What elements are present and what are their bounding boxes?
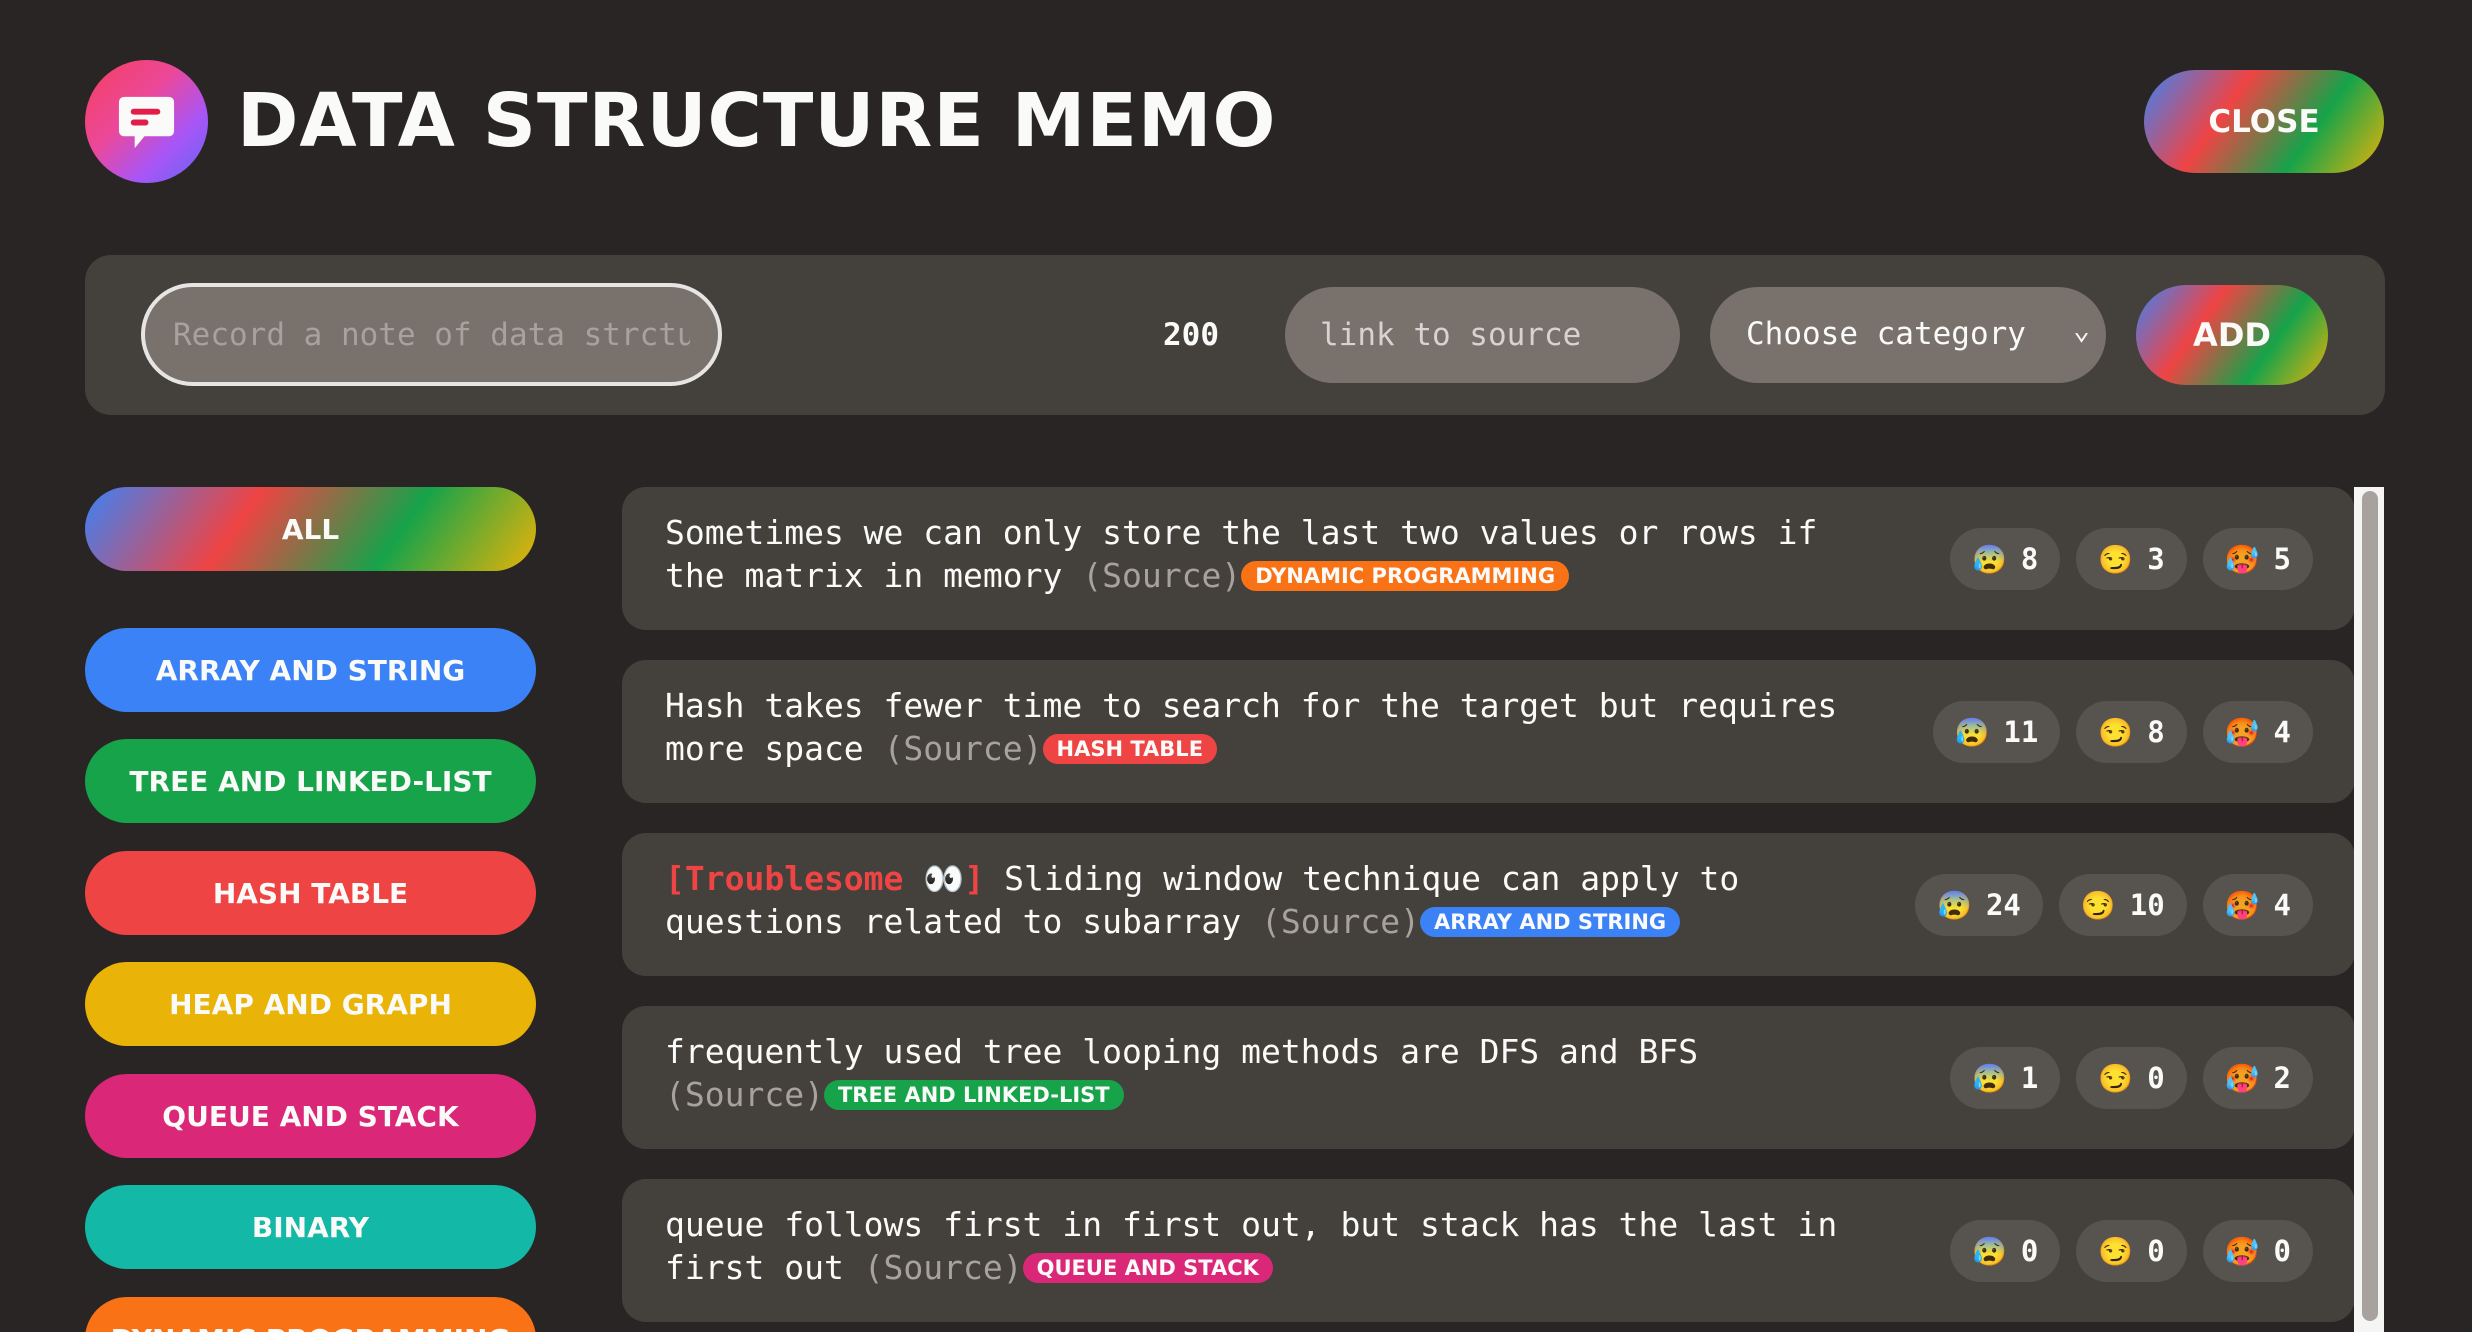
scrollbar-thumb[interactable]	[2362, 491, 2378, 1321]
category-button-all[interactable]: All	[85, 487, 536, 571]
fact-card: [Troublesome 👀] Sliding window technique…	[622, 833, 2355, 976]
vote-false-button[interactable]: 🥵 2	[2202, 1047, 2313, 1109]
emoji-icon: 🥵	[2224, 715, 2260, 749]
vote-interesting-button[interactable]: 😰 8	[1949, 528, 2061, 590]
source-link[interactable]: (Source)	[1261, 902, 1420, 941]
emoji-icon: 🥵	[2224, 1234, 2260, 1268]
vote-count: 10	[2129, 888, 2165, 922]
facts-list: Sometimes we can only store the last two…	[622, 487, 2355, 1332]
vote-mindblowing-button[interactable]: 😏 8	[2076, 701, 2187, 763]
category-button-array-and-string[interactable]: Array and String	[85, 628, 536, 712]
emoji-icon: 😰	[1937, 888, 1972, 922]
vote-mindblowing-button[interactable]: 😏 10	[2058, 874, 2187, 936]
logo	[85, 60, 208, 183]
source-link[interactable]: (Source)	[665, 1075, 824, 1114]
emoji-icon: 😰	[1954, 715, 1990, 749]
note-input[interactable]	[141, 283, 722, 386]
vote-mindblowing-button[interactable]: 😏 0	[2076, 1220, 2187, 1282]
emoji-icon: 😰	[1971, 1234, 2007, 1268]
add-button[interactable]: Add	[2136, 285, 2328, 385]
vote-false-button[interactable]: 🥵 4	[2202, 874, 2313, 936]
vote-count: 3	[2147, 542, 2165, 576]
category-tag: Dynamic Programming	[1241, 561, 1570, 591]
fact-text: frequently used tree looping methods are…	[665, 1030, 1865, 1116]
vote-count: 0	[2147, 1061, 2165, 1095]
vote-count: 4	[2273, 715, 2291, 749]
category-sidebar: All Array and String Tree and Linked-list H…	[85, 487, 536, 1332]
fact-card: Hash takes fewer time to search for the …	[622, 660, 2355, 803]
category-button-queue-and-stack[interactable]: Queue and Stack	[85, 1074, 536, 1158]
category-button-binary[interactable]: Binary	[85, 1185, 536, 1269]
fact-text: Hash takes fewer time to search for the …	[665, 684, 1865, 770]
char-count: 200	[1163, 317, 1219, 353]
disputed-label: [Troublesome 👀]	[665, 859, 985, 898]
chevron-down-icon: ⌄	[2073, 313, 2090, 346]
fact-text: [Troublesome 👀] Sliding window technique…	[665, 857, 1865, 943]
vote-buttons: 😰 0 😏 0 🥵 0	[1949, 1220, 2313, 1282]
fact-card: queue follows first in first out, but st…	[622, 1179, 2355, 1322]
emoji-icon: 😰	[1971, 1061, 2007, 1095]
fact-text: queue follows first in first out, but st…	[665, 1203, 1865, 1289]
category-button-hash-table[interactable]: Hash Table	[85, 851, 536, 935]
vote-buttons: 😰 24 😏 10 🥵 4	[1915, 874, 2313, 936]
source-input[interactable]	[1285, 287, 1680, 383]
emoji-icon: 🥵	[2224, 542, 2260, 576]
source-link[interactable]: (Source)	[884, 729, 1043, 768]
vote-count: 0	[2273, 1234, 2291, 1268]
vote-interesting-button[interactable]: 😰 1	[1949, 1047, 2061, 1109]
category-select-value: Choose category	[1746, 316, 2026, 352]
emoji-icon: 😏	[2080, 888, 2116, 922]
vote-count: 11	[2003, 715, 2039, 749]
vote-buttons: 😰 8 😏 3 🥵 5	[1949, 528, 2313, 590]
vote-count: 0	[2020, 1234, 2039, 1268]
fact-body: Hash takes fewer time to search for the …	[665, 686, 1838, 768]
page-title: Data Structure Memo	[237, 78, 1277, 164]
emoji-icon: 😏	[2098, 1234, 2134, 1268]
fact-body: frequently used tree looping methods are…	[665, 1032, 1699, 1071]
vote-buttons: 😰 11 😏 8 🥵 4	[1932, 701, 2313, 763]
emoji-icon: 😰	[1971, 542, 2007, 576]
new-fact-form: 200 Choose category ⌄ Add	[85, 255, 2385, 415]
vote-count: 24	[1985, 888, 2021, 922]
category-tag: Tree and Linked-list	[823, 1080, 1124, 1110]
app-header: Data Structure Memo Close	[85, 60, 2385, 184]
category-button-tree-and-linked-list[interactable]: Tree and Linked-list	[85, 739, 536, 823]
vote-mindblowing-button[interactable]: 😏 3	[2076, 528, 2187, 590]
emoji-icon: 🥵	[2224, 888, 2260, 922]
category-tag: Hash Table	[1042, 734, 1218, 764]
source-link[interactable]: (Source)	[1082, 556, 1241, 595]
chat-bubble-icon	[118, 96, 175, 149]
close-button[interactable]: Close	[2144, 70, 2384, 173]
source-link[interactable]: (Source)	[864, 1248, 1023, 1287]
vote-false-button[interactable]: 🥵 0	[2202, 1220, 2313, 1282]
vote-interesting-button[interactable]: 😰 11	[1932, 701, 2061, 763]
scrollbar[interactable]	[2354, 487, 2384, 1332]
vote-false-button[interactable]: 🥵 4	[2202, 701, 2313, 763]
category-tag: Queue and Stack	[1022, 1253, 1273, 1283]
category-tag: Array and String	[1420, 907, 1681, 937]
vote-buttons: 😰 1 😏 0 🥵 2	[1949, 1047, 2313, 1109]
fact-card: frequently used tree looping methods are…	[622, 1006, 2355, 1149]
vote-count: 4	[2273, 888, 2291, 922]
vote-count: 2	[2273, 1061, 2291, 1095]
fact-text: Sometimes we can only store the last two…	[665, 511, 1865, 597]
category-button-heap-and-graph[interactable]: Heap and Graph	[85, 962, 536, 1046]
category-button-dynamic-programming[interactable]: Dynamic Programming	[85, 1297, 536, 1332]
fact-card: Sometimes we can only store the last two…	[622, 487, 2355, 630]
category-select[interactable]: Choose category ⌄	[1710, 287, 2106, 383]
emoji-icon: 😏	[2098, 542, 2134, 576]
vote-interesting-button[interactable]: 😰 24	[1915, 874, 2043, 936]
emoji-icon: 😏	[2098, 1061, 2134, 1095]
emoji-icon: 😏	[2098, 715, 2134, 749]
vote-count: 0	[2147, 1234, 2165, 1268]
vote-false-button[interactable]: 🥵 5	[2202, 528, 2313, 590]
vote-mindblowing-button[interactable]: 😏 0	[2076, 1047, 2187, 1109]
vote-count: 8	[2147, 715, 2165, 749]
vote-interesting-button[interactable]: 😰 0	[1949, 1220, 2061, 1282]
vote-count: 5	[2273, 542, 2291, 576]
vote-count: 8	[2020, 542, 2039, 576]
emoji-icon: 🥵	[2224, 1061, 2260, 1095]
vote-count: 1	[2020, 1061, 2039, 1095]
